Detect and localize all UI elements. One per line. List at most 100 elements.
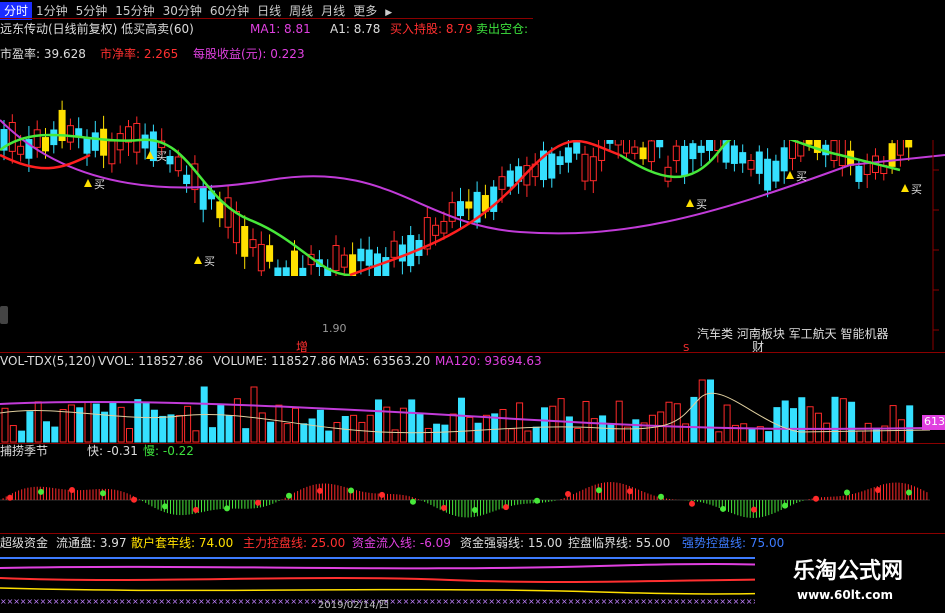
season-dot (720, 505, 726, 512)
volume-bar (67, 404, 75, 443)
volume-bar (574, 427, 582, 443)
eps-value: 每股收益(元): 0.223 (193, 47, 305, 61)
candle-body (772, 160, 780, 182)
volume-bar (715, 431, 723, 443)
candle-body (672, 145, 680, 162)
season-dot (534, 497, 540, 504)
candle-body (764, 158, 772, 191)
watermark-url[interactable]: www.60lt.com (797, 588, 893, 602)
season-indicator-name[interactable]: 捕捞季节 (0, 444, 48, 458)
super-indicator-name[interactable]: 超级资金 (0, 536, 48, 550)
critical-line: 控盘临界线: 55.00 (568, 536, 671, 550)
volume-bar (790, 408, 797, 443)
strength-line: 资金强弱线: 15.00 (460, 536, 563, 550)
volume-bar (798, 397, 806, 443)
candle-body (357, 248, 365, 262)
volume-bar (59, 409, 67, 443)
buy-arrow-icon (901, 184, 909, 192)
season-dot (348, 487, 354, 494)
left-scroll-handle[interactable] (0, 306, 8, 324)
volume-bar (698, 379, 706, 443)
volume-bar (781, 400, 789, 443)
s-label: S (683, 343, 690, 354)
candle-body (66, 125, 74, 143)
float-value: 流通盘: 3.97 (56, 536, 127, 550)
mask-top-right (533, 18, 945, 140)
vvol-value: VVOL: 118527.86 (98, 354, 204, 368)
volume-bar (358, 421, 366, 443)
volume-bar (848, 401, 856, 443)
season-dot (193, 506, 199, 513)
season-dot (410, 498, 416, 505)
vol-indicator-name[interactable]: VOL-TDX(5,120) (0, 354, 96, 368)
volume-bar (723, 404, 731, 443)
candle-body (564, 147, 572, 163)
volume-bar (242, 428, 250, 443)
volume-bar (26, 411, 34, 443)
volume-bar (267, 421, 275, 443)
volume-bar (607, 423, 615, 443)
candle-body (100, 128, 108, 156)
season-dot (658, 493, 664, 500)
concept-tags[interactable]: 汽车类 河南板块 军工航天 智能机器 (697, 327, 888, 341)
buy-marker-label: 买 (156, 150, 167, 163)
volume-bar (673, 403, 681, 443)
volume-bar (806, 406, 814, 443)
volume-bar (765, 431, 773, 443)
price-label-partial: 1.90 (322, 322, 347, 335)
volume-bar (350, 414, 358, 443)
price-vol-divider (0, 352, 945, 353)
ma1-value: MA1: 8.81 (250, 22, 311, 36)
pe-ratio: 市盈率: 39.628 (0, 47, 86, 61)
candle-body (174, 156, 182, 172)
candle-body (141, 134, 149, 149)
candle-body (689, 143, 697, 160)
date-footer: 2019/02/14/四 (318, 600, 390, 611)
more-arrow-icon[interactable]: ▶ (381, 4, 396, 22)
mask-center (218, 276, 726, 331)
buy-marker-label: 买 (94, 178, 105, 191)
volume-bar (101, 411, 109, 443)
volume-bar (424, 427, 432, 443)
candle-body (8, 122, 16, 152)
volume-bar (499, 408, 507, 443)
candle-body (647, 140, 655, 163)
candle-body (332, 245, 340, 271)
candle-body (108, 140, 116, 165)
season-dot (379, 491, 385, 498)
ma5-value: MA5: 63563.20 (339, 354, 431, 368)
candle-body (589, 156, 597, 182)
volume-bar (416, 413, 424, 443)
volume-bar (184, 405, 192, 443)
candle-body (506, 170, 514, 187)
candle-body (888, 143, 896, 167)
volume-bar (441, 424, 449, 443)
candle-body (241, 226, 249, 257)
candle-body (249, 239, 257, 249)
season-super-divider (0, 533, 945, 534)
candle-body (340, 254, 348, 268)
volume-bar (632, 419, 640, 443)
candle-body (697, 145, 705, 153)
candle-body (747, 160, 755, 170)
candle-body (133, 122, 141, 153)
candle-body (33, 129, 41, 148)
volume-bar (707, 379, 714, 443)
season-dot (131, 496, 137, 503)
season-chart (0, 482, 930, 518)
volume-bar (192, 430, 200, 443)
volume-bar (167, 414, 175, 443)
volume-bar (433, 423, 441, 443)
candle-body (266, 245, 274, 262)
candle-body (556, 156, 564, 165)
volume-bar (366, 414, 374, 443)
season-dot (255, 499, 261, 506)
candle-body (457, 201, 464, 217)
volume-bar (599, 415, 607, 443)
candle-body (739, 152, 747, 164)
candle-body (498, 176, 506, 190)
candle-body (548, 153, 556, 179)
volume-bar (209, 427, 216, 443)
candle-body (440, 220, 448, 234)
season-dot (627, 488, 633, 495)
